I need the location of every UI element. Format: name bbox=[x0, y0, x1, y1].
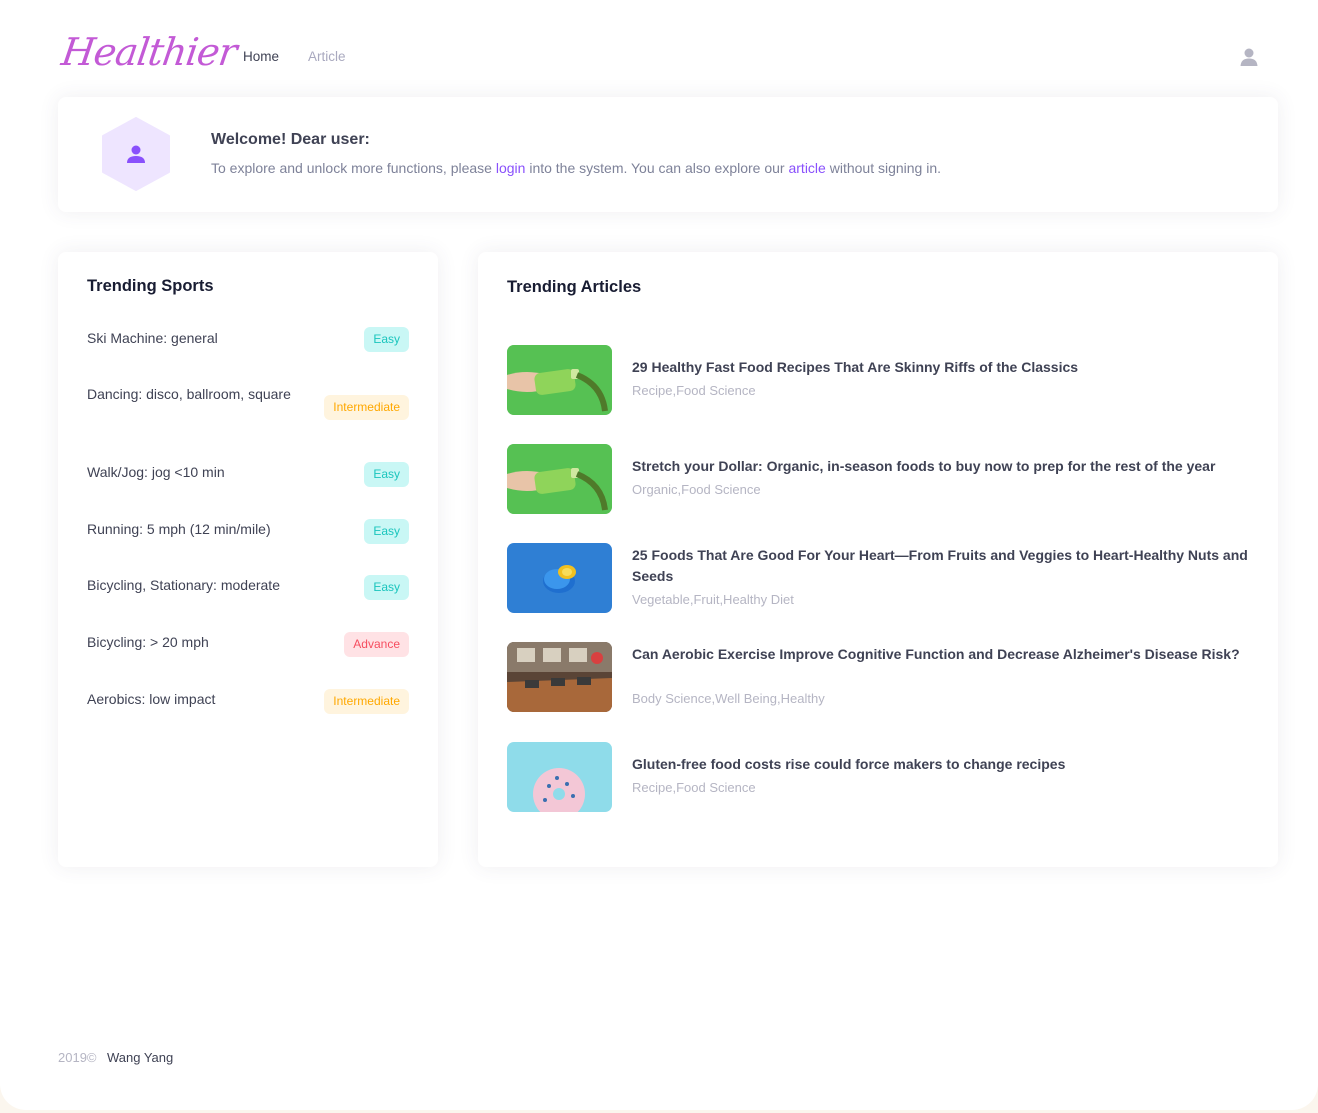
user-avatar-icon bbox=[101, 117, 171, 191]
article-title[interactable]: Stretch your Dollar: Organic, in-season … bbox=[632, 456, 1257, 477]
sport-name: Running: 5 mph (12 min/mile) bbox=[87, 521, 271, 537]
article-link[interactable]: article bbox=[788, 160, 825, 176]
blue-fruit-image[interactable] bbox=[507, 543, 612, 613]
article-tags: Recipe,Food Science bbox=[632, 383, 756, 398]
page: Healthier Home Article Welcome! Dear use… bbox=[0, 0, 1318, 1110]
level-badge: Easy bbox=[364, 519, 409, 544]
trending-sports-title: Trending Sports bbox=[87, 277, 214, 295]
level-badge: Easy bbox=[364, 462, 409, 487]
article-title[interactable]: 25 Foods That Are Good For Your Heart—Fr… bbox=[632, 545, 1257, 587]
sport-item[interactable]: Bicycling: > 20 mph Advance bbox=[87, 632, 409, 657]
logo[interactable]: Healthier bbox=[59, 30, 239, 74]
level-badge: Advance bbox=[344, 632, 409, 657]
sport-item[interactable]: Walk/Jog: jog <10 min Easy bbox=[87, 462, 409, 487]
sport-item[interactable]: Aerobics: low impact Intermediate bbox=[87, 689, 409, 714]
sport-name: Walk/Jog: jog <10 min bbox=[87, 464, 225, 480]
article-item[interactable]: 29 Healthy Fast Food Recipes That Are Sk… bbox=[507, 345, 1267, 415]
article-item[interactable]: Stretch your Dollar: Organic, in-season … bbox=[507, 444, 1267, 514]
sport-item[interactable]: Running: 5 mph (12 min/mile) Easy bbox=[87, 519, 409, 544]
article-title[interactable]: 29 Healthy Fast Food Recipes That Are Sk… bbox=[632, 357, 1257, 378]
article-title[interactable]: Gluten-free food costs rise could force … bbox=[632, 754, 1257, 775]
sport-item[interactable]: Ski Machine: general Easy bbox=[87, 327, 409, 352]
header: Healthier Home Article bbox=[0, 0, 1318, 96]
article-tags: Recipe,Food Science bbox=[632, 780, 756, 795]
login-link[interactable]: login bbox=[496, 160, 526, 176]
sport-name: Ski Machine: general bbox=[87, 330, 218, 346]
gym-image[interactable] bbox=[507, 642, 612, 712]
welcome-title: Welcome! Dear user: bbox=[211, 131, 370, 148]
level-badge: Easy bbox=[364, 327, 409, 352]
sport-name: Aerobics: low impact bbox=[87, 691, 216, 707]
sport-item[interactable]: Dancing: disco, ballroom, square Interme… bbox=[87, 384, 409, 428]
article-title[interactable]: Can Aerobic Exercise Improve Cognitive F… bbox=[632, 644, 1257, 665]
user-icon[interactable] bbox=[1238, 46, 1260, 68]
welcome-text: To explore and unlock more functions, pl… bbox=[211, 160, 942, 176]
article-tags: Organic,Food Science bbox=[632, 482, 761, 497]
article-item[interactable]: Gluten-free food costs rise could force … bbox=[507, 742, 1267, 812]
sport-name: Bicycling, Stationary: moderate bbox=[87, 577, 280, 593]
footer-author[interactable]: Wang Yang bbox=[107, 1050, 173, 1065]
welcome-card bbox=[58, 97, 1278, 212]
nav-home[interactable]: Home bbox=[243, 49, 279, 64]
level-badge: Easy bbox=[364, 575, 409, 600]
article-tags: Vegetable,Fruit,Healthy Diet bbox=[632, 592, 794, 607]
donut-image[interactable] bbox=[507, 742, 612, 812]
level-badge: Intermediate bbox=[324, 395, 409, 420]
article-item[interactable]: 25 Foods That Are Good For Your Heart—Fr… bbox=[507, 543, 1267, 613]
sport-name: Dancing: disco, ballroom, square bbox=[87, 386, 291, 402]
level-badge: Intermediate bbox=[324, 689, 409, 714]
green-bottle-image[interactable] bbox=[507, 345, 612, 415]
article-tags: Body Science,Well Being,Healthy bbox=[632, 691, 825, 706]
nav-article[interactable]: Article bbox=[308, 49, 346, 64]
sport-name: Bicycling: > 20 mph bbox=[87, 634, 209, 650]
green-bottle-image[interactable] bbox=[507, 444, 612, 514]
footer-year: 2019© bbox=[58, 1050, 97, 1065]
sport-item[interactable]: Bicycling, Stationary: moderate Easy bbox=[87, 575, 409, 600]
trending-articles-title: Trending Articles bbox=[507, 278, 642, 296]
article-item[interactable]: Can Aerobic Exercise Improve Cognitive F… bbox=[507, 642, 1267, 712]
